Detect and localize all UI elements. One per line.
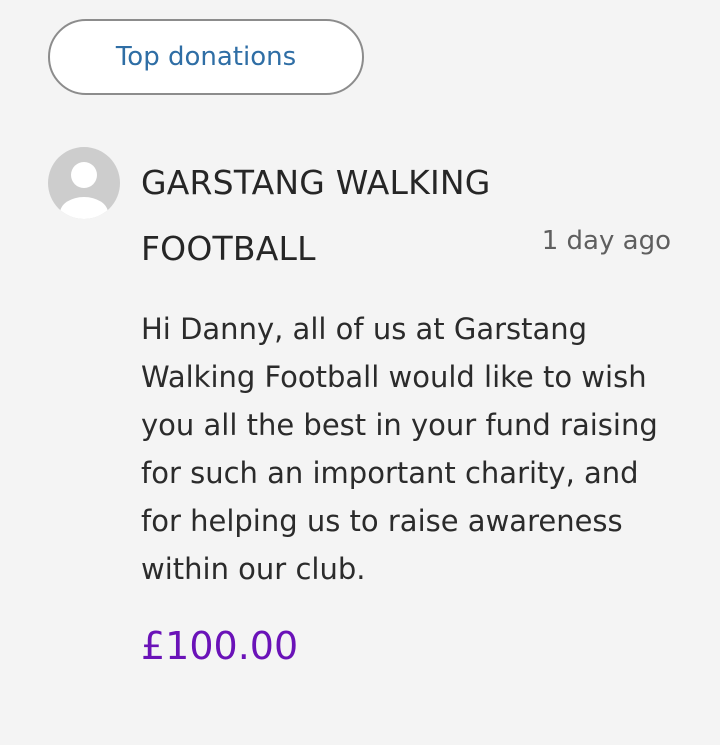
donation-amount: £100.00 <box>141 624 299 668</box>
donation-timestamp: 1 day ago <box>541 226 671 256</box>
donor-name: GARSTANG WALKING FOOTBALL <box>141 163 491 268</box>
top-donations-label: Top donations <box>115 42 297 72</box>
user-avatar-icon <box>48 147 120 219</box>
donation-message: Hi Danny, all of us at Garstang Walking … <box>141 312 658 586</box>
top-donations-button[interactable]: Top donations <box>48 19 364 95</box>
